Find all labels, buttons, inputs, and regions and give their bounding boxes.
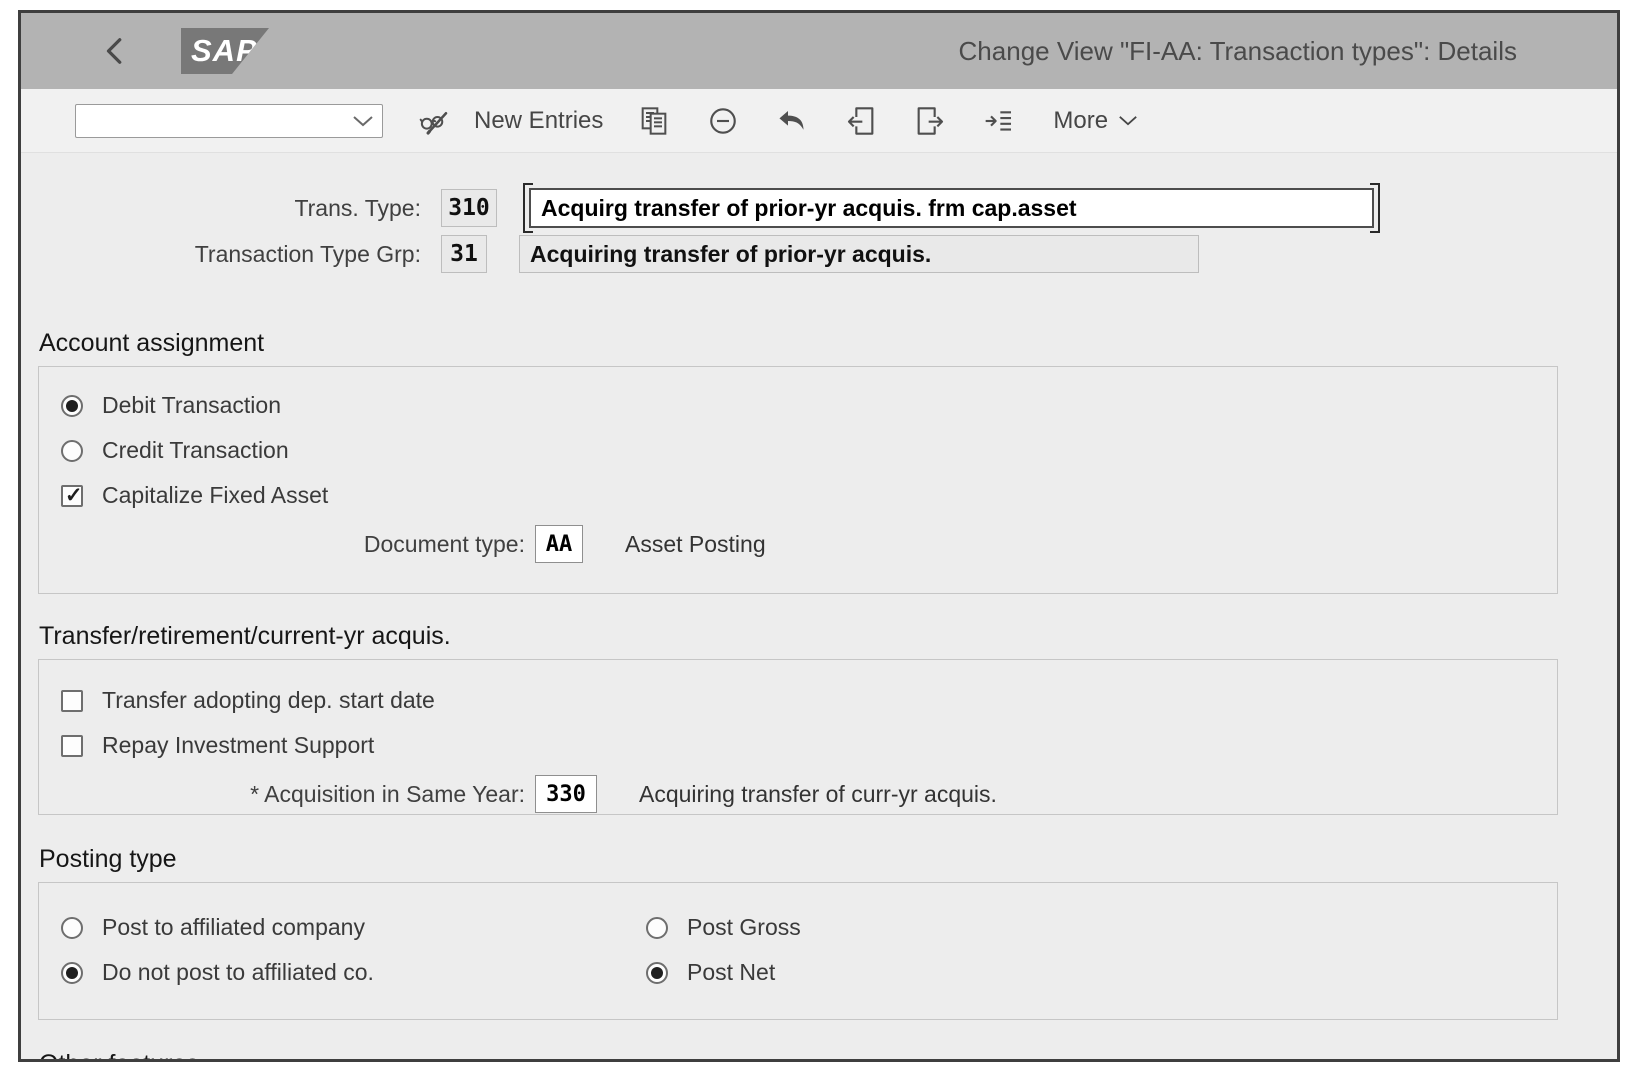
do-not-post-affiliated-option: Do not post to affiliated co. <box>61 959 646 986</box>
post-net-option: Post Net <box>646 959 775 986</box>
posting-type-row-1: Post to affiliated company Post Gross <box>39 905 1557 950</box>
trans-type-label: Trans. Type: <box>38 195 433 222</box>
document-arrow-right-icon <box>914 105 946 137</box>
command-combobox[interactable] <box>75 104 383 138</box>
sap-logo-text: SAP <box>191 33 258 69</box>
document-type-row: Document type: Asset Posting <box>39 518 1557 570</box>
acquisition-same-year-row: * Acquisition in Same Year: Acquiring tr… <box>39 768 1557 820</box>
post-net-radio[interactable] <box>646 962 668 984</box>
post-affiliated-radio[interactable] <box>61 917 83 939</box>
capitalize-fixed-asset-label: Capitalize Fixed Asset <box>102 482 328 509</box>
undo-button[interactable] <box>774 103 810 139</box>
chevron-down-icon[interactable] <box>352 114 374 128</box>
trans-type-grp-label: Transaction Type Grp: <box>38 241 433 268</box>
trans-type-grp-row: Transaction Type Grp: 31 Acquiring trans… <box>38 231 1617 277</box>
acquisition-same-year-description: Acquiring transfer of curr-yr acquis. <box>639 781 997 808</box>
choose-button[interactable] <box>981 103 1017 139</box>
sap-logo: SAP <box>181 28 269 74</box>
document-arrow-left-icon <box>845 105 877 137</box>
copy-documents-icon <box>638 105 670 137</box>
more-button[interactable]: More <box>1053 107 1138 135</box>
document-type-description: Asset Posting <box>625 531 766 558</box>
trans-type-code: 310 <box>441 189 497 227</box>
posting-type-title: Posting type <box>39 845 1617 874</box>
sap-window: SAP Change View "FI-AA: Transaction type… <box>18 10 1620 1062</box>
copy-button[interactable] <box>636 103 672 139</box>
trans-type-grp-description: Acquiring transfer of prior-yr acquis. <box>519 235 1199 273</box>
posting-type-box: Post to affiliated company Post Gross Do… <box>38 882 1558 1020</box>
transfer-section-box: Transfer adopting dep. start date Repay … <box>38 659 1558 815</box>
display-change-button[interactable] <box>416 103 452 139</box>
minus-circle-icon <box>707 105 739 137</box>
acquisition-same-year-input[interactable] <box>535 775 597 813</box>
new-entries-button[interactable]: New Entries <box>474 107 603 135</box>
debit-transaction-radio[interactable] <box>61 395 83 417</box>
transfer-adopt-dep-label: Transfer adopting dep. start date <box>102 687 435 714</box>
repay-investment-option: Repay Investment Support <box>39 723 1557 768</box>
debit-transaction-label: Debit Transaction <box>102 392 281 419</box>
page-title: Change View "FI-AA: Transaction types": … <box>959 36 1517 67</box>
credit-transaction-radio[interactable] <box>61 440 83 462</box>
undo-arrow-icon <box>776 105 808 137</box>
command-input[interactable] <box>84 105 352 137</box>
delete-button[interactable] <box>705 103 741 139</box>
post-net-label: Post Net <box>687 959 775 986</box>
capitalize-fixed-asset-option: Capitalize Fixed Asset <box>39 473 1557 518</box>
chevron-left-icon <box>101 34 131 68</box>
credit-transaction-label: Credit Transaction <box>102 437 289 464</box>
repay-investment-checkbox[interactable] <box>61 735 83 757</box>
post-gross-option: Post Gross <box>646 914 801 941</box>
trans-type-grp-code: 31 <box>441 235 487 273</box>
next-entry-button[interactable] <box>912 103 948 139</box>
transfer-adopt-dep-option: Transfer adopting dep. start date <box>39 678 1557 723</box>
arrow-to-list-icon <box>983 105 1015 137</box>
post-affiliated-label: Post to affiliated company <box>102 914 365 941</box>
credit-transaction-option: Credit Transaction <box>39 428 1557 473</box>
posting-type-row-2: Do not post to affiliated co. Post Net <box>39 950 1557 995</box>
transfer-adopt-dep-checkbox[interactable] <box>61 690 83 712</box>
do-not-post-affiliated-label: Do not post to affiliated co. <box>102 959 374 986</box>
account-assignment-title: Account assignment <box>39 329 1617 358</box>
titlebar: SAP Change View "FI-AA: Transaction type… <box>21 13 1617 89</box>
account-assignment-box: Debit Transaction Credit Transaction Cap… <box>38 366 1558 594</box>
repay-investment-label: Repay Investment Support <box>102 732 374 759</box>
do-not-post-affiliated-radio[interactable] <box>61 962 83 984</box>
more-button-label: More <box>1053 107 1108 135</box>
previous-entry-button[interactable] <box>843 103 879 139</box>
chevron-down-icon <box>1118 114 1138 127</box>
detail-form: Trans. Type: 310 Transaction Type Grp: 3… <box>21 153 1617 1062</box>
glasses-pencil-icon <box>418 105 450 137</box>
toolbar: New Entries <box>21 89 1617 153</box>
debit-transaction-option: Debit Transaction <box>39 383 1557 428</box>
document-type-input[interactable] <box>535 525 583 563</box>
trans-type-row: Trans. Type: 310 <box>38 185 1617 231</box>
acquisition-same-year-label: * Acquisition in Same Year: <box>39 781 535 808</box>
capitalize-fixed-asset-checkbox[interactable] <box>61 485 83 507</box>
trans-type-description-focus-frame <box>529 188 1374 228</box>
trans-type-description-input[interactable] <box>529 188 1374 228</box>
post-gross-radio[interactable] <box>646 917 668 939</box>
other-features-title: Other features <box>39 1050 1617 1062</box>
transfer-section-title: Transfer/retirement/current-yr acquis. <box>39 622 1617 651</box>
back-button[interactable] <box>99 33 133 69</box>
post-gross-label: Post Gross <box>687 914 801 941</box>
post-affiliated-option: Post to affiliated company <box>61 914 646 941</box>
document-type-label: Document type: <box>39 531 535 558</box>
